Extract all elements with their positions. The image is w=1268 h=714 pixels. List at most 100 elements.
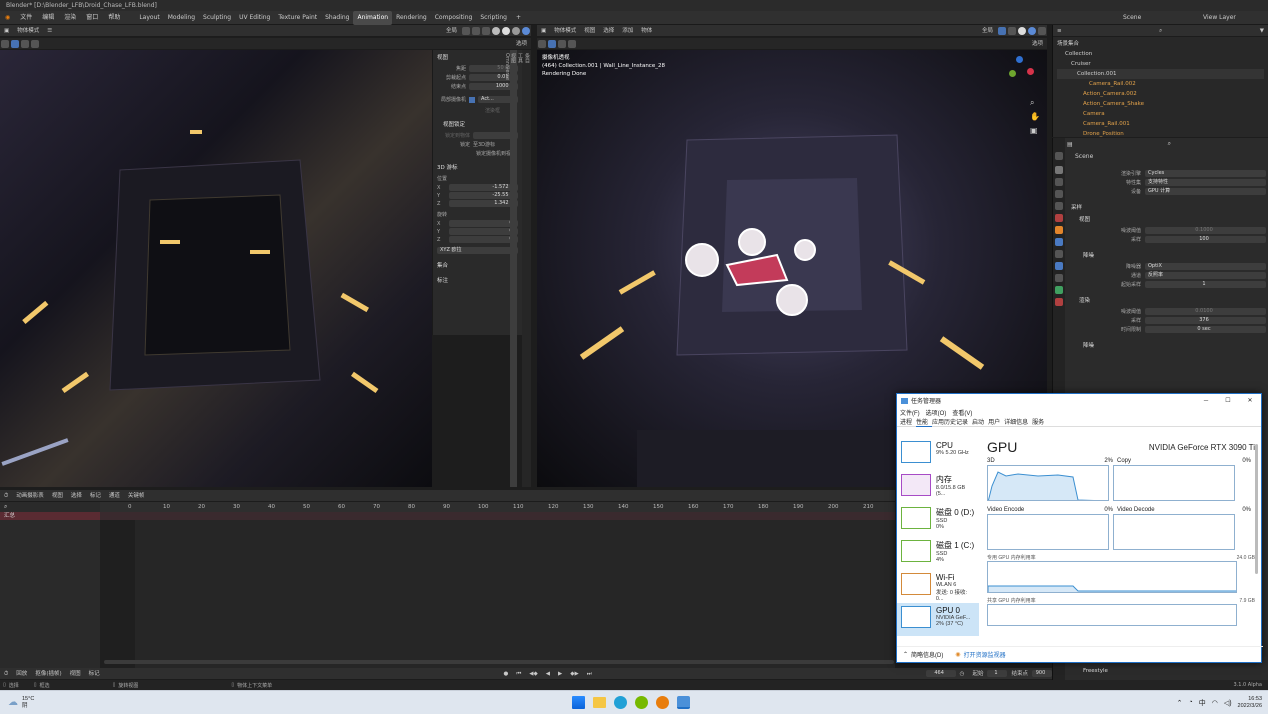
transform-orientation-right[interactable]: 全局 [978,25,997,37]
options-dropdown-right[interactable]: 选项 [1028,38,1047,50]
workspace-tab-compositing[interactable]: Compositing [431,11,477,25]
playback-dropdown[interactable]: 回放 [12,668,31,680]
dopesheet-menu-marker[interactable]: 标记 [86,490,105,502]
particles-tab-icon[interactable] [1055,250,1063,258]
wifi-icon[interactable]: ◠ [1212,699,1218,707]
timeline-scrollbar[interactable] [104,660,894,664]
chevron-up-tray-icon[interactable]: ⌃ [1177,699,1183,707]
tool-tab-icon[interactable] [1055,152,1063,160]
options-dropdown[interactable]: 选项 [512,38,531,50]
start-frame-field[interactable]: 1 [987,670,1008,677]
mode-selector[interactable]: 物体模式 [13,25,43,37]
blender-logo-icon[interactable]: ◉ [0,11,15,25]
outliner-editor-icon[interactable]: ≡ [1053,25,1066,37]
world-tab-icon[interactable] [1055,214,1063,222]
graph-3d-label[interactable]: 3D [987,458,1087,464]
proportional-edit-icon[interactable] [472,26,480,35]
overlay-icon-right[interactable] [1008,26,1016,35]
outliner-item[interactable]: Camera_Rail.001 [1057,119,1264,129]
props-search-icon[interactable]: ⌕ [1168,140,1171,148]
ime-indicator[interactable]: 中 [1199,698,1206,708]
workspace-tab-scripting[interactable]: Scripting [476,11,511,25]
scene-selector[interactable]: Scene [1118,11,1198,25]
dopesheet-area[interactable]: ⌕ 汇总 0 10 20 30 40 50 60 70 80 90 100 11… [0,502,895,668]
summary-channel[interactable]: 汇总 [0,512,100,520]
props-editor-icon[interactable]: ▤ [1067,141,1073,148]
render-engine-dropdown[interactable]: Cycles [1145,170,1266,177]
workspace-tab-layout[interactable]: Layout [135,11,163,25]
close-button[interactable]: ✕ [1239,397,1261,404]
noise-threshold-vp-field[interactable]: 0.1000 [1145,227,1266,234]
dopesheet-menu-channel[interactable]: 通道 [105,490,124,502]
jump-end-button[interactable]: ⏭ [583,668,596,680]
snap-icon[interactable] [462,26,470,35]
workspace-tab-uv-editing[interactable]: UV Editing [235,11,274,25]
tm-tab-processes[interactable]: 进程 [900,417,916,426]
record-button[interactable]: ● [500,668,513,680]
dopesheet-menu-view[interactable]: 视图 [48,490,67,502]
select-extend-icon[interactable] [21,39,29,48]
tm-resource-cpu[interactable]: CPU 9% 5.20 GHz [897,438,979,471]
mode-selector-right[interactable]: 物体模式 [550,25,580,37]
timeline-editor-icon[interactable]: ⏱ [0,668,12,680]
editor-type-icon-right[interactable]: ▣ [537,25,550,37]
sidebar-tab-omniverse[interactable]: Omniverse [504,50,510,487]
start-menu-icon[interactable] [572,696,585,709]
channel-search-icon[interactable]: ⌕ [4,503,7,511]
shading-rendered-icon[interactable] [522,26,530,35]
clock-icon[interactable]: ◷ [956,668,969,680]
scene-tab-icon[interactable] [1055,202,1063,210]
workspace-tab-sculpting[interactable]: Sculpting [199,11,235,25]
weather-widget[interactable]: ☁ 15°C 阴 [0,696,34,710]
menu-icon[interactable]: ☰ [43,25,56,37]
select-box-icon-right[interactable] [548,39,556,48]
add-menu-right[interactable]: 添加 [618,25,637,37]
tm-tab-users[interactable]: 用户 [988,417,1004,426]
modifier-tab-icon[interactable] [1055,238,1063,246]
section-denoise-render[interactable]: 降噪 [1067,341,1266,349]
sidebar-tab-view[interactable]: 视图 [510,50,517,487]
shading-wire-icon[interactable] [492,26,500,35]
tm-tab-startup[interactable]: 启动 [972,417,988,426]
tm-resource-gpu0[interactable]: GPU 0 NVIDIA GeF... 2% (37 °C) [897,603,979,636]
timeline-marker-menu[interactable]: 标记 [85,668,104,680]
shading-material-icon[interactable] [512,26,520,35]
end-frame-field[interactable]: 900 [1032,670,1052,677]
object-tab-icon[interactable] [1055,226,1063,234]
menu-render[interactable]: 渲染 [59,11,81,25]
network-status-icon[interactable]: ◔ [1188,699,1192,706]
start-sample-field[interactable]: 1 [1145,281,1266,288]
workspace-tab-modeling[interactable]: Modeling [164,11,199,25]
outliner-item[interactable]: Action_Camera.002 [1057,89,1264,99]
tm-resource-disk1[interactable]: 磁盘 1 (C:) SSD 4% [897,537,979,570]
local-camera-checkbox[interactable] [469,96,475,103]
select-box-icon[interactable] [11,39,19,48]
section-denoise-vp[interactable]: 降噪 [1067,251,1266,259]
camera-view-icon[interactable]: ▣ [1030,126,1038,135]
filter-icon[interactable]: ▼ [1256,25,1268,37]
shading-solid-icon[interactable] [502,26,510,35]
device-dropdown[interactable]: GPU 计算 [1145,188,1266,195]
play-icon-right[interactable] [538,39,546,48]
object-menu-right[interactable]: 物体 [637,25,656,37]
section-viewport-sampling[interactable]: 视图 [1067,215,1266,223]
feature-set-dropdown[interactable]: 支持特性 [1145,179,1266,186]
gizmo-z-axis-icon[interactable] [1016,56,1023,63]
physics-tab-icon[interactable] [1055,262,1063,270]
lock-to-cursor-checkbox[interactable]: 至3D游标 [473,141,495,148]
section-render-sampling[interactable]: 渲染 [1067,296,1266,304]
outliner-item[interactable]: Camera_Rail.002 [1057,79,1264,89]
navigation-gizmo[interactable] [1007,56,1037,86]
outliner-item[interactable]: Collection [1057,49,1264,59]
gizmo-icon[interactable] [998,26,1006,35]
menu-file[interactable]: 文件 [15,11,37,25]
shading-solid-icon-right[interactable] [1018,26,1026,35]
render-tab-icon[interactable] [1055,166,1063,174]
editor-type-icon[interactable]: ▣ [0,25,13,37]
time-limit-field[interactable]: 0 sec [1145,326,1266,333]
dopesheet-mode-dropdown[interactable]: 动画摄影表 [12,490,48,502]
view-menu-right[interactable]: 视图 [580,25,599,37]
gizmo-x-axis-icon[interactable] [1027,68,1034,75]
tm-resource-wifi[interactable]: Wi-Fi WLAN 6 发送: 0 接收: 0... [897,570,979,603]
menu-window[interactable]: 窗口 [81,11,103,25]
